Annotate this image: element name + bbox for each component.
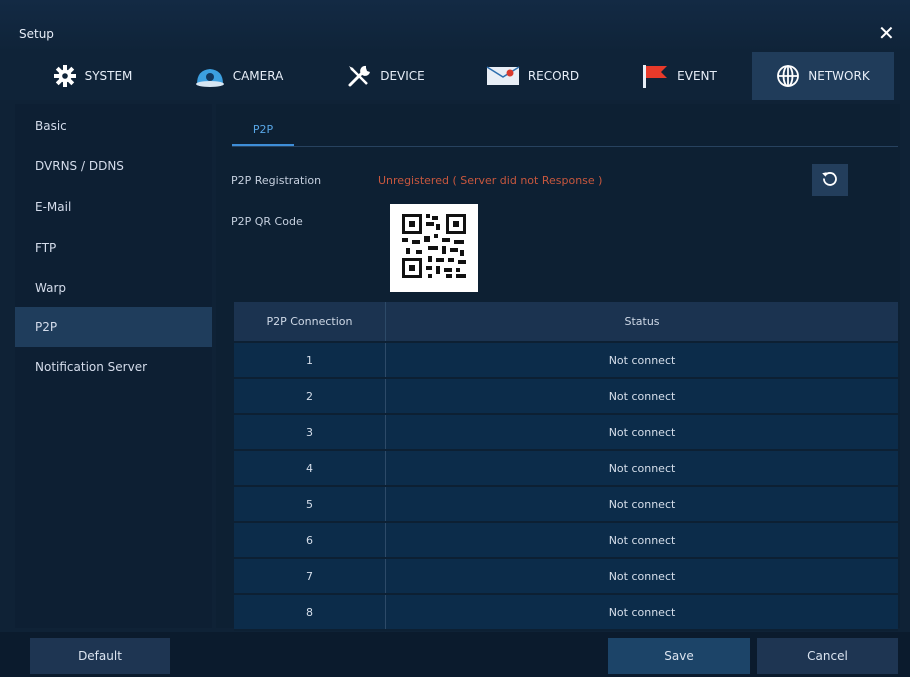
tab-event[interactable]: EVENT bbox=[606, 52, 752, 100]
connection-status: Not connect bbox=[385, 522, 898, 559]
tab-event-label: EVENT bbox=[677, 69, 717, 83]
tab-device-label: DEVICE bbox=[380, 69, 425, 83]
registration-label: P2P Registration bbox=[231, 174, 322, 187]
sidebar-item-notification-server[interactable]: Notification Server bbox=[15, 347, 212, 387]
column-header-connection: P2P Connection bbox=[234, 302, 386, 343]
tab-system-label: SYSTEM bbox=[84, 69, 133, 83]
tab-network[interactable]: NETWORK bbox=[752, 52, 894, 100]
subtab-divider bbox=[232, 146, 898, 147]
close-icon[interactable]: ✕ bbox=[878, 23, 895, 43]
p2p-qr-code bbox=[390, 204, 478, 292]
table-header-row: P2P Connection Status bbox=[234, 302, 898, 343]
connection-id: 7 bbox=[234, 558, 386, 595]
table-row: 1 Not connect bbox=[234, 342, 898, 379]
tools-icon bbox=[346, 64, 372, 88]
refresh-icon bbox=[821, 169, 839, 191]
table-row: 2 Not connect bbox=[234, 378, 898, 415]
tab-record-label: RECORD bbox=[527, 69, 580, 83]
connection-id: 2 bbox=[234, 378, 386, 415]
refresh-button[interactable] bbox=[812, 164, 848, 196]
p2p-panel: P2P P2P Registration Unregistered ( Serv… bbox=[216, 104, 900, 631]
sidebar-item-basic[interactable]: Basic bbox=[15, 106, 212, 146]
connection-status: Not connect bbox=[385, 342, 898, 379]
column-header-status: Status bbox=[385, 302, 898, 343]
connection-status: Not connect bbox=[385, 414, 898, 451]
connection-id: 1 bbox=[234, 342, 386, 379]
tab-camera[interactable]: CAMERA bbox=[166, 52, 312, 100]
connection-id: 6 bbox=[234, 522, 386, 559]
sidebar-item-email[interactable]: E-Mail bbox=[15, 187, 212, 227]
tab-record[interactable]: RECORD bbox=[459, 52, 606, 100]
gear-icon bbox=[53, 64, 77, 88]
connection-id: 4 bbox=[234, 450, 386, 487]
table-row: 6 Not connect bbox=[234, 522, 898, 559]
table-row: 8 Not connect bbox=[234, 594, 898, 631]
tab-device[interactable]: DEVICE bbox=[312, 52, 459, 100]
camera-icon bbox=[195, 64, 225, 88]
connection-status: Not connect bbox=[385, 486, 898, 523]
window-title: Setup bbox=[19, 27, 54, 41]
sidebar: Basic DVRNS / DDNS E-Mail FTP Warp P2P N… bbox=[15, 104, 212, 628]
subtab-p2p[interactable]: P2P bbox=[232, 113, 294, 145]
connection-id: 3 bbox=[234, 414, 386, 451]
table-row: 4 Not connect bbox=[234, 450, 898, 487]
connection-status: Not connect bbox=[385, 558, 898, 595]
table-row: 5 Not connect bbox=[234, 486, 898, 523]
qr-code-label: P2P QR Code bbox=[231, 215, 303, 228]
sidebar-item-p2p[interactable]: P2P bbox=[15, 307, 212, 347]
table-row: 7 Not connect bbox=[234, 558, 898, 595]
connection-status: Not connect bbox=[385, 594, 898, 631]
p2p-connection-table: P2P Connection Status 1 Not connect 2 Not … bbox=[234, 302, 898, 631]
main-tabs: SYSTEM CAMERA DEVICE RECORD EVENT NETWOR… bbox=[0, 52, 910, 100]
sidebar-item-ftp[interactable]: FTP bbox=[15, 228, 212, 268]
cancel-button[interactable]: Cancel bbox=[757, 638, 898, 674]
connection-id: 8 bbox=[234, 594, 386, 631]
sidebar-item-warp[interactable]: Warp bbox=[15, 268, 212, 308]
connection-id: 5 bbox=[234, 486, 386, 523]
sidebar-item-dvrns-ddns[interactable]: DVRNS / DDNS bbox=[15, 146, 212, 186]
default-button[interactable]: Default bbox=[30, 638, 170, 674]
save-button[interactable]: Save bbox=[608, 638, 750, 674]
connection-status: Not connect bbox=[385, 378, 898, 415]
globe-icon bbox=[776, 64, 800, 88]
record-icon bbox=[486, 64, 520, 88]
connection-status: Not connect bbox=[385, 450, 898, 487]
tab-camera-label: CAMERA bbox=[232, 69, 284, 83]
flag-icon bbox=[641, 63, 669, 89]
tab-system[interactable]: SYSTEM bbox=[19, 52, 166, 100]
title-bar: Setup ✕ bbox=[0, 0, 910, 52]
footer-bar: Default Save Cancel bbox=[0, 632, 910, 677]
tab-network-label: NETWORK bbox=[808, 69, 870, 83]
table-row: 3 Not connect bbox=[234, 414, 898, 451]
registration-status: Unregistered ( Server did not Response ) bbox=[378, 174, 603, 187]
setup-window: Setup ✕ SYSTEM CAMERA DEVICE RECORD EVEN… bbox=[0, 0, 910, 677]
